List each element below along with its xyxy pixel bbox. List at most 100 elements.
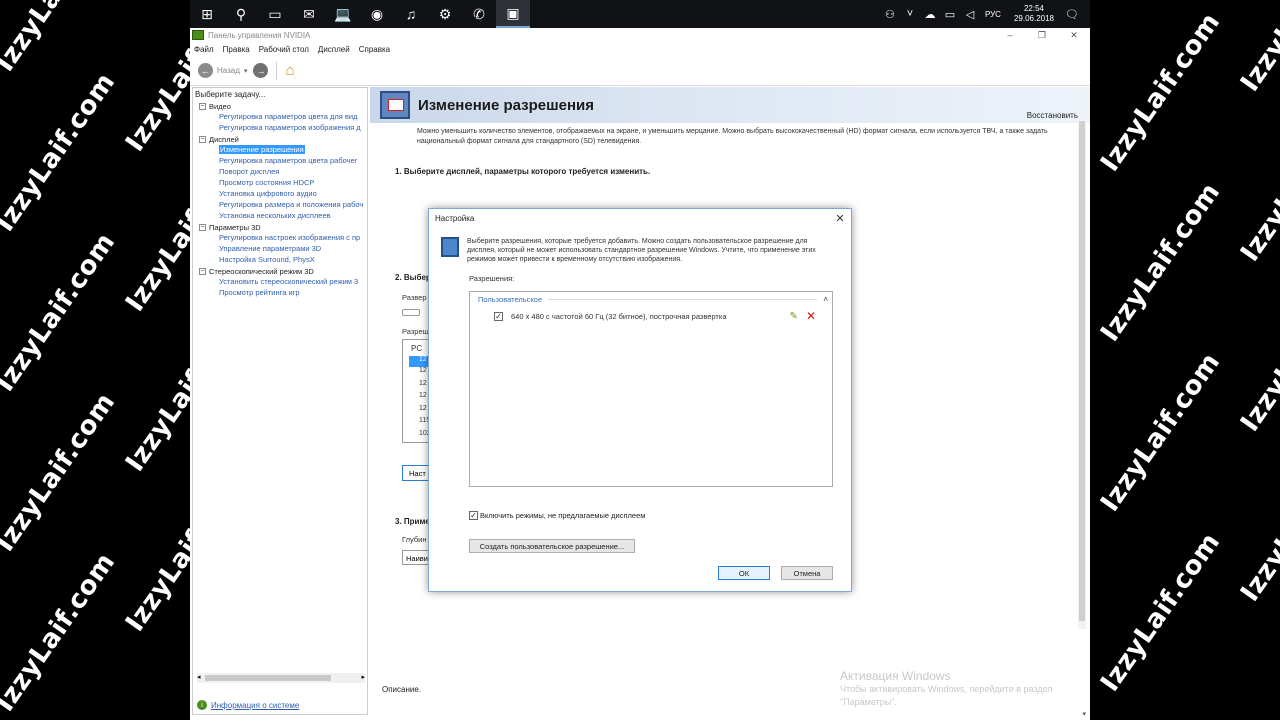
steam-icon[interactable]: ⚙	[428, 0, 462, 28]
dialog-info-text: Выберите разрешения, которые требуется д…	[467, 238, 816, 263]
forward-arrow-icon[interactable]: →	[253, 63, 269, 78]
category-3d-settings[interactable]: – Параметры 3D	[199, 222, 367, 233]
home-icon[interactable]: ⌂	[285, 62, 294, 79]
custom-resolutions-list[interactable]: Пользовательское ˄ ✓ 640 x 480 с частото…	[469, 291, 833, 487]
resolution-label-partial: Развер	[402, 293, 427, 302]
mail-icon[interactable]: ✉	[292, 0, 326, 28]
collapse-icon[interactable]: –	[199, 268, 206, 275]
task-pane-header: Выберите задачу...	[195, 90, 266, 99]
close-window-button[interactable]: ✕	[1058, 30, 1090, 41]
sidebar-item-rotate-display[interactable]: Поворот дисплея	[199, 167, 367, 178]
sidebar-item-hdcp[interactable]: Просмотр состояния HDCP	[199, 178, 367, 189]
itunes-icon[interactable]: ♫	[394, 0, 428, 28]
menu-desktop[interactable]: Рабочий стол	[259, 45, 309, 54]
custom-resolution-label: 640 x 480 с частотой 60 Гц (32 битное), …	[511, 311, 727, 321]
connector-icon	[402, 309, 420, 316]
edit-pencil-icon[interactable]: ✎	[790, 311, 798, 322]
menu-display[interactable]: Дисплей	[318, 45, 350, 54]
scrollbar-thumb[interactable]	[205, 675, 331, 681]
search-icon[interactable]: ⚲	[224, 0, 258, 28]
color-depth-label-partial: Глубин	[402, 535, 427, 544]
sidebar-item-surround-physx[interactable]: Настройка Surround, PhysX	[199, 255, 367, 266]
sidebar-item-desktop-size[interactable]: Регулировка размера и положения рабоч	[199, 200, 367, 211]
resolution-checkbox[interactable]: ✓	[494, 311, 503, 321]
collapse-icon[interactable]: –	[199, 136, 206, 143]
back-arrow-icon[interactable]: ←	[198, 63, 213, 78]
sidebar-item-manage-3d[interactable]: Управление параметрами 3D	[199, 244, 367, 255]
scroll-down-icon[interactable]: ▾	[1082, 710, 1086, 718]
sidebar-item-change-resolution[interactable]: Изменение разрешения	[199, 145, 367, 156]
sidebar-item-video-image[interactable]: Регулировка параметров изображения д	[199, 123, 367, 134]
chevron-up-icon[interactable]: ˄	[823, 295, 828, 304]
volume-icon[interactable]: ◁	[960, 8, 980, 21]
back-label[interactable]: Назад	[217, 66, 240, 75]
notification-icon[interactable]: 🗨	[1062, 8, 1082, 21]
watermark: IzzyLaif.com	[0, 547, 122, 718]
language-indicator[interactable]: РУС	[980, 10, 1006, 19]
nvidia-control-panel-window: Панель управления NVIDIA – ❐ ✕ Файл Прав…	[190, 28, 1090, 720]
dialog-close-icon[interactable]: ✕	[829, 212, 851, 225]
custom-resolution-row[interactable]: ✓ 640 x 480 с частотой 60 Гц (32 битное)…	[494, 309, 832, 323]
collapse-icon[interactable]: –	[199, 224, 206, 231]
watermark: IzzyLaif.com	[1095, 7, 1227, 178]
laptop-icon[interactable]: 💻	[326, 0, 360, 28]
sidebar-item-multiple-displays[interactable]: Установка нескольких дисплеев	[199, 211, 367, 222]
scroll-right-icon[interactable]: ▸	[361, 673, 365, 681]
people-icon[interactable]: ⚇	[880, 8, 900, 21]
menu-help[interactable]: Справка	[359, 45, 390, 54]
scroll-left-icon[interactable]: ◂	[197, 673, 201, 681]
sidebar-item-set-stereo[interactable]: Установить стереоскопический режим 3	[199, 277, 367, 288]
menu-edit[interactable]: Правка	[223, 45, 250, 54]
menu-file[interactable]: Файл	[194, 45, 214, 54]
watermark: IzzyLaif.com	[0, 0, 121, 77]
sidebar-item-digital-audio[interactable]: Установка цифрового аудио	[199, 189, 367, 200]
restore-button[interactable]: Восстановить	[1027, 111, 1078, 120]
category-stereo-3d[interactable]: – Стереоскопический режим 3D	[199, 266, 367, 277]
toolbar: ← Назад ▾ → ⌂	[190, 56, 1090, 86]
horizontal-scrollbar[interactable]: ◂ ▸	[197, 673, 365, 683]
delete-icon[interactable]: ✕	[806, 309, 816, 323]
collapse-icon[interactable]: –	[199, 103, 206, 110]
chrome-icon[interactable]: ◉	[360, 0, 394, 28]
watermark: IzzyLaif.com	[1235, 97, 1280, 268]
task-pane: Выберите задачу... – Видео Регулировка па…	[192, 87, 368, 715]
back-dropdown-icon[interactable]: ▾	[244, 67, 248, 75]
activation-title: Активация Windows	[840, 669, 951, 683]
network-icon[interactable]: ▭	[940, 8, 960, 21]
sidebar-item-image-preview[interactable]: Регулировка настроек изображения с пр	[199, 233, 367, 244]
nvidia-app-icon	[192, 30, 204, 40]
system-info-label[interactable]: Информация о системе	[211, 701, 299, 710]
system-info-link[interactable]: i Информация о системе	[197, 700, 299, 710]
step-1-heading: 1. Выберите дисплей, параметры которого …	[395, 167, 651, 176]
create-custom-resolution-button[interactable]: Создать пользовательское разрешение...	[469, 539, 635, 553]
sidebar-item-desktop-color[interactable]: Регулировка параметров цвета рабочег	[199, 156, 367, 167]
activation-text: Чтобы активировать Windows, перейдите в …	[840, 684, 1053, 707]
watermark: IzzyLaif.com	[0, 227, 122, 398]
page-description: Можно уменьшить количество элементов, от…	[417, 128, 1048, 145]
maximize-button[interactable]: ❐	[1026, 30, 1058, 41]
vertical-scrollbar[interactable]	[1078, 117, 1086, 629]
enable-modes-option[interactable]: ✓ Включить режимы, не предлагаемые диспл…	[469, 511, 645, 520]
start-icon[interactable]: ⊞	[190, 0, 224, 28]
custom-group-header[interactable]: Пользовательское ˄	[478, 294, 828, 305]
nvidia-taskbar-icon[interactable]: ▣	[496, 0, 530, 28]
clock-time: 22:54	[1023, 4, 1044, 13]
enable-modes-checkbox[interactable]: ✓	[469, 511, 478, 520]
whatsapp-icon[interactable]: ✆	[462, 0, 496, 28]
display-resolution-icon	[380, 91, 410, 119]
minimize-button[interactable]: –	[994, 30, 1026, 41]
scrollbar-thumb[interactable]	[1079, 121, 1085, 621]
ok-button[interactable]: ОК	[718, 566, 770, 580]
sidebar-item-video-color[interactable]: Регулировка параметров цвета для вид	[199, 112, 367, 123]
sidebar-item-game-ratings[interactable]: Просмотр рейтинга игр	[199, 288, 367, 299]
title-bar: Панель управления NVIDIA – ❐ ✕	[190, 28, 1090, 42]
clock[interactable]: 22:54 29.06.2018	[1014, 4, 1054, 24]
chevron-up-icon[interactable]: ˅	[900, 8, 920, 20]
step-3-heading: 3. Приме	[395, 517, 430, 526]
watermark: IzzyLaif.com	[1235, 0, 1280, 98]
category-display[interactable]: – Дисплей	[199, 134, 367, 145]
cancel-button[interactable]: Отмена	[781, 566, 833, 580]
cloud-icon[interactable]: ☁	[920, 8, 940, 21]
task-view-icon[interactable]: ▭	[258, 0, 292, 28]
category-video[interactable]: – Видео	[199, 101, 367, 112]
